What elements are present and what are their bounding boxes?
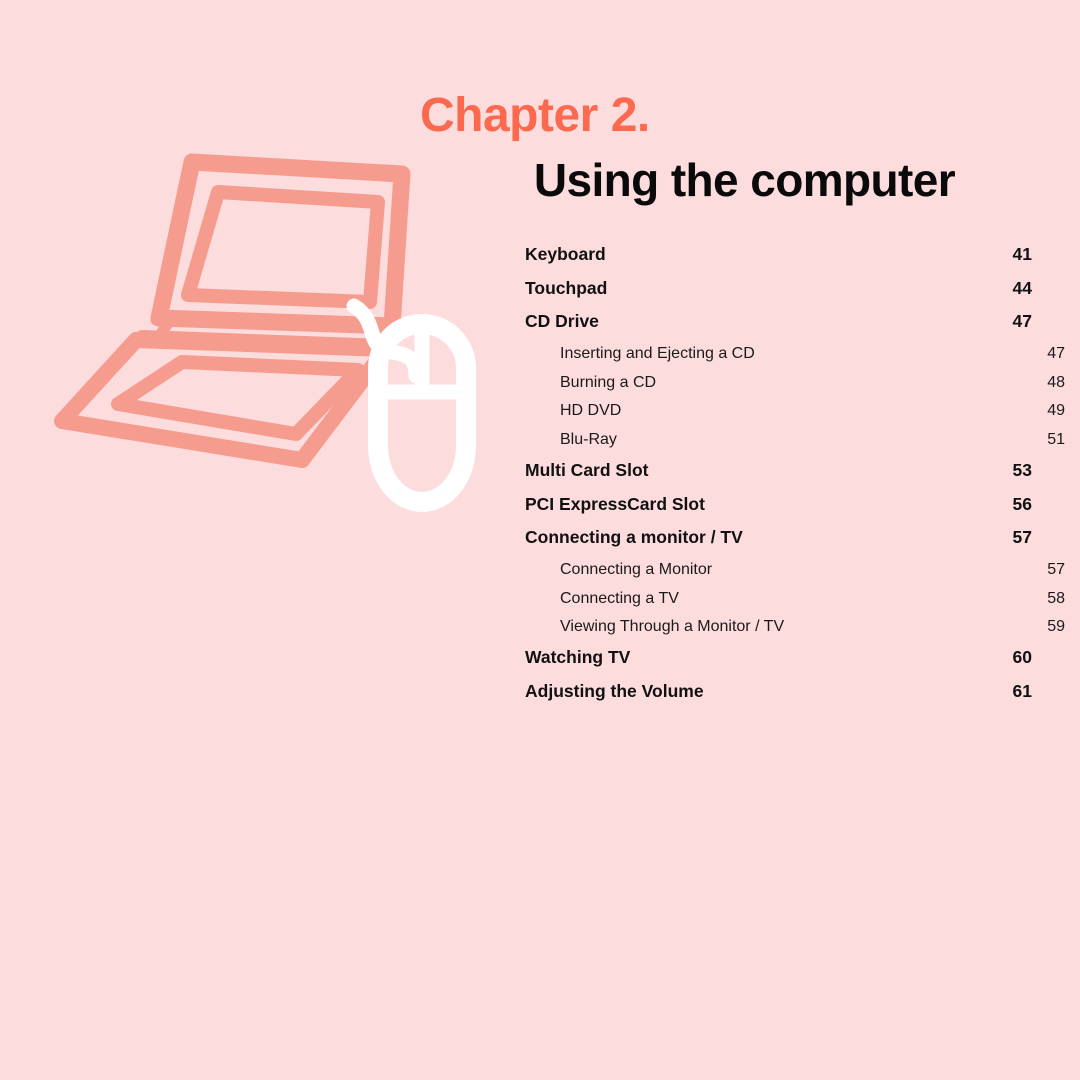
toc-entry[interactable]: Adjusting the Volume 61 (525, 681, 1032, 715)
toc-entry-label: PCI ExpressCard Slot (525, 493, 705, 514)
toc-entry[interactable]: Multi Card Slot 53 (525, 460, 1032, 494)
toc-entry-label: HD DVD (560, 402, 622, 420)
toc-entry[interactable]: Burning a CD 48 (525, 374, 1067, 403)
toc-entry[interactable]: Viewing Through a Monitor / TV 59 (525, 618, 1067, 647)
toc-entry[interactable]: PCI ExpressCard Slot 56 (525, 494, 1032, 528)
toc-entry-page-number: 58 (1047, 589, 1065, 607)
toc-entry[interactable]: Blu-Ray 51 (525, 431, 1067, 460)
toc-entry[interactable]: Connecting a Monitor 57 (525, 561, 1067, 590)
page-title: Using the computer (533, 154, 956, 206)
toc-entry-label: Watching TV (525, 647, 631, 668)
toc-entry-page-number: 47 (1047, 344, 1065, 362)
laptop-illustration (54, 153, 411, 468)
toc-entry-label: Multi Card Slot (525, 459, 649, 480)
toc-entry-page-number: 59 (1047, 618, 1065, 636)
toc-entry[interactable]: Watching TV 60 (525, 647, 1032, 681)
toc-entry-label: Viewing Through a Monitor / TV (560, 618, 785, 636)
toc-entry-page-number: 57 (1047, 560, 1065, 578)
table-of-contents: Keyboard 41 Touchpad 44 CD Drive 47 Inserting … (525, 244, 1065, 715)
toc-entry-label: Connecting a TV (560, 589, 679, 607)
toc-entry-page-number: 61 (1012, 680, 1032, 701)
toc-entry[interactable]: HD DVD 49 (525, 402, 1067, 431)
toc-entry-page-number: 48 (1047, 373, 1065, 391)
toc-entry-label: Burning a CD (560, 373, 657, 391)
toc-entry[interactable]: CD Drive 47 (525, 311, 1032, 345)
toc-entry-page-number: 47 (1012, 311, 1032, 332)
toc-entry-page-number: 49 (1047, 402, 1065, 420)
toc-entry-label: Adjusting the Volume (525, 680, 704, 701)
toc-entry-label: Keyboard (525, 244, 606, 264)
computer-mouse-illustration (346, 298, 476, 512)
toc-entry-label: Inserting and Ejecting a CD (560, 344, 755, 362)
toc-entry-page-number: 41 (1012, 244, 1032, 264)
toc-entry[interactable]: Connecting a TV 58 (525, 590, 1067, 619)
toc-entry[interactable]: Keyboard 41 (525, 244, 1032, 278)
toc-entry[interactable]: Connecting a monitor / TV 57 (525, 527, 1032, 561)
chapter-heading-block: Chapter 2. Using the computer (420, 89, 956, 206)
toc-entry-label: Connecting a monitor / TV (525, 527, 743, 548)
toc-entry-page-number: 51 (1047, 431, 1065, 449)
toc-entry-label: Blu-Ray (560, 431, 617, 449)
toc-entry-page-number: 56 (1012, 493, 1032, 514)
toc-entry-label: Connecting a Monitor (560, 560, 713, 578)
toc-entry-page-number: 53 (1012, 459, 1032, 480)
toc-entry[interactable]: Touchpad 44 (525, 278, 1032, 312)
toc-entry-label: Touchpad (525, 277, 608, 298)
toc-entry-page-number: 44 (1012, 277, 1032, 298)
toc-entry-page-number: 57 (1012, 527, 1032, 548)
toc-entry-page-number: 60 (1012, 647, 1032, 668)
toc-entry[interactable]: Inserting and Ejecting a CD 47 (525, 345, 1067, 374)
toc-entry-label: CD Drive (525, 311, 599, 332)
chapter-number-label: Chapter 2. (420, 89, 650, 142)
chapter-cover-page: Chapter 2. Using the computer Keyboard 41… (0, 0, 1080, 1080)
